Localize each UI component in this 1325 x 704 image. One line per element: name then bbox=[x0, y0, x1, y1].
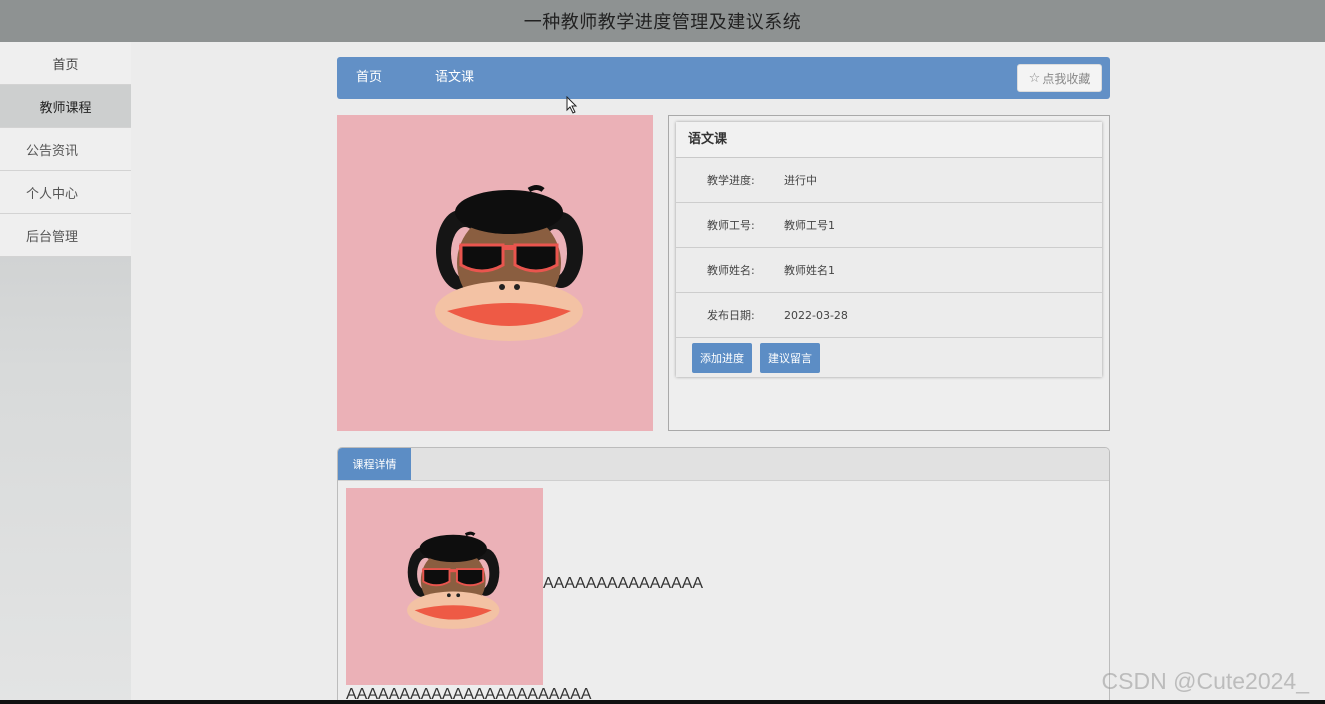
bottom-edge bbox=[0, 700, 1325, 704]
teacher-id-label: 教师工号: bbox=[707, 219, 755, 232]
course-title: 语文课 bbox=[676, 122, 1102, 158]
collect-label: 点我收藏 bbox=[1042, 71, 1091, 86]
course-image bbox=[337, 115, 653, 431]
detail-text-line-1: AAAAAAAAAAAAAAA bbox=[543, 575, 704, 592]
mouse-cursor-icon bbox=[566, 96, 578, 114]
monkey-avatar-icon bbox=[407, 531, 500, 629]
info-row-teacher-name: 教师姓名: 教师姓名1 bbox=[676, 248, 1102, 293]
star-icon: ☆ bbox=[1028, 70, 1041, 86]
course-actions: 添加进度 建议留言 bbox=[676, 338, 1102, 378]
teacher-name-label: 教师姓名: bbox=[707, 264, 755, 277]
info-row-teacher-id: 教师工号: 教师工号1 bbox=[676, 203, 1102, 248]
info-row-progress: 教学进度: 进行中 bbox=[676, 158, 1102, 203]
top-header: 一种教师教学进度管理及建议系统 bbox=[0, 0, 1325, 42]
breadcrumb-current[interactable]: 语文课 bbox=[435, 57, 474, 99]
monkey-avatar-icon bbox=[435, 185, 583, 341]
sidebar-item-admin[interactable]: 后台管理 bbox=[0, 214, 131, 257]
detail-tab-strip: 课程详情 bbox=[338, 448, 1109, 481]
sidebar-item-teacher-courses[interactable]: 教师课程 bbox=[0, 85, 131, 128]
progress-label: 教学进度: bbox=[707, 174, 755, 187]
sidebar-item-home[interactable]: 首页 bbox=[0, 42, 131, 85]
teacher-id-value: 教师工号1 bbox=[784, 219, 835, 232]
info-row-publish-date: 发布日期: 2022-03-28 bbox=[676, 293, 1102, 338]
publish-date-label: 发布日期: bbox=[707, 309, 755, 322]
sidebar: 首页 教师课程 公告资讯 个人中心 后台管理 bbox=[0, 42, 131, 704]
app-title: 一种教师教学进度管理及建议系统 bbox=[523, 12, 802, 33]
course-info-card: 语文课 教学进度: 进行中 教师工号: 教师工号1 教师姓名: 教师姓名1 发布… bbox=[676, 122, 1102, 377]
watermark: CSDN @Cute2024_ bbox=[1101, 668, 1309, 694]
progress-value: 进行中 bbox=[784, 174, 817, 187]
teacher-name-value: 教师姓名1 bbox=[784, 264, 835, 277]
collect-button[interactable]: ☆ 点我收藏 bbox=[1017, 64, 1102, 92]
tab-course-detail[interactable]: 课程详情 bbox=[338, 448, 411, 480]
add-progress-button[interactable]: 添加进度 bbox=[692, 343, 752, 373]
detail-image bbox=[346, 488, 543, 685]
sidebar-item-personal-center[interactable]: 个人中心 bbox=[0, 171, 131, 214]
sidebar-item-announcements[interactable]: 公告资讯 bbox=[0, 128, 131, 171]
breadcrumb-home[interactable]: 首页 bbox=[356, 57, 382, 99]
suggest-message-button[interactable]: 建议留言 bbox=[760, 343, 820, 373]
breadcrumb: 首页 语文课 ☆ 点我收藏 bbox=[337, 57, 1110, 99]
publish-date-value: 2022-03-28 bbox=[784, 308, 848, 322]
